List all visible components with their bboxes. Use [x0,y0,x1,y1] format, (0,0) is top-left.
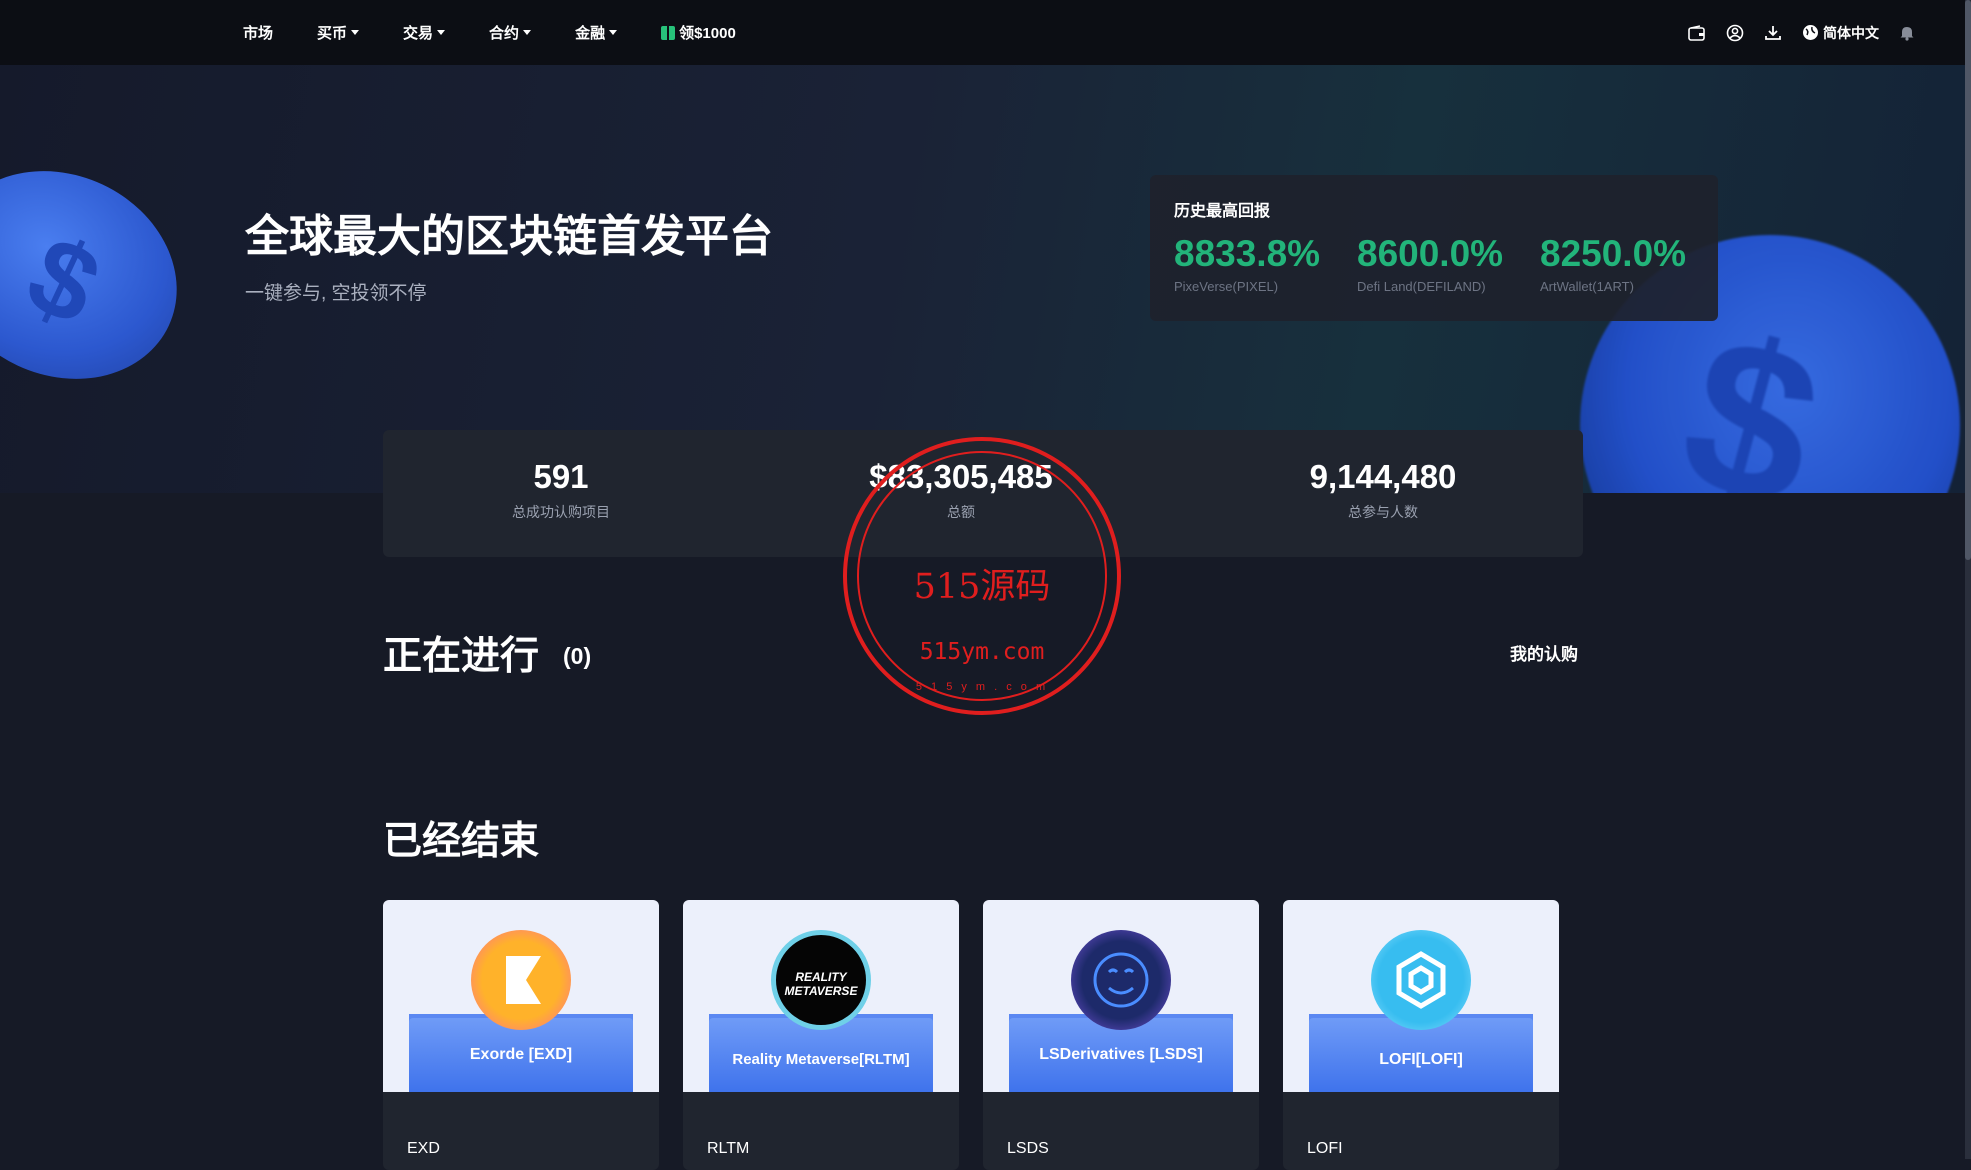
card-banner: LSDerivatives [LSDS] [983,900,1259,1092]
card-title: LSDerivatives [LSDS] [1039,1046,1203,1063]
ongoing-count: (0) [563,643,592,669]
card-title: Exorde [EXD] [469,1046,573,1063]
nav-item-trade[interactable]: 交易 [403,22,446,43]
user-icon[interactable] [1726,24,1744,42]
lofi-logo-icon [1371,930,1471,1030]
nav-item-label: 合约 [489,25,520,42]
card-title: Reality Metaverse[RLTM] [732,1051,910,1068]
top-navigation-bar: 市场 买币 交易 合约 金融 领$1000 简体中文 [0,0,1965,65]
stat-item: 591 总成功认购项目 [411,458,711,522]
project-card-exd[interactable]: Exorde [EXD] EXD [383,900,659,1170]
return-value: 8833.8% [1174,233,1321,274]
chevron-down-icon [609,30,618,35]
stamp-main-text: 515源码 [913,567,1051,607]
stat-label: 总成功认购项目 [512,504,610,520]
return-value: 8600.0% [1357,233,1504,274]
returns-title: 历史最高回报 [1174,203,1271,220]
chevron-down-icon [351,30,360,35]
card-banner: LOFI[LOFI] [1283,900,1559,1092]
card-banner: REALITY METAVERSE Reality Metaverse[RLTM… [683,900,959,1092]
stamp-ring-text: 5 1 5 y m . c o m [915,681,1049,693]
chevron-down-icon [437,30,446,35]
page-scrollbar[interactable] [1965,0,1971,1159]
nav-item-label: 交易 [403,25,434,42]
card-symbol: RLTM [707,1140,750,1157]
download-icon[interactable] [1764,24,1782,42]
exorde-logo-icon [471,930,571,1030]
nav-item-finance[interactable]: 金融 [575,22,618,43]
card-symbol: EXD [407,1140,440,1157]
return-value: 8250.0% [1540,233,1687,274]
card-banner: Exorde [EXD] [383,900,659,1092]
nav-item-promo[interactable]: 领$1000 [661,22,736,43]
wallet-icon[interactable] [1688,24,1706,41]
project-card-lofi[interactable]: LOFI[LOFI] LOFI [1283,900,1559,1170]
ended-section-title: 已经结束 [383,820,540,863]
my-subscriptions-link[interactable]: 我的认购 [1510,640,1578,665]
nav-item-market[interactable]: 市场 [243,22,273,43]
globe-icon [1803,25,1818,40]
nav-item-buy-crypto[interactable]: 买币 [317,22,360,43]
language-selector[interactable]: 简体中文 [1802,23,1879,43]
promo-label: 领$1000 [679,25,736,42]
watermark-stamp: 515源码 515ym.com 5 1 5 y m . c o m [843,437,1121,715]
chevron-down-icon [523,30,532,35]
return-project-name: Defi Land(DEFILAND) [1357,279,1486,294]
dollar-sign-icon: $ [9,211,118,350]
reality-metaverse-logo-icon: REALITY METAVERSE [771,930,871,1030]
nav-item-label: 买币 [317,25,348,42]
stat-value: 9,144,480 [1309,458,1457,495]
logo-text: REALITY METAVERSE [784,970,858,998]
return-project-name: PixeVerse(PIXEL) [1174,279,1279,294]
stat-label: 总参与人数 [1348,504,1418,520]
card-symbol: LSDS [1007,1140,1049,1157]
nav-item-label: 市场 [243,25,274,42]
page-subtitle: 一键参与, 空投领不停 [245,283,427,304]
toolbar-right: 简体中文 [1668,0,1915,65]
lsderivatives-logo-icon [1071,930,1171,1030]
gift-icon [661,25,676,40]
return-project-name: ArtWallet(1ART) [1540,279,1634,294]
return-item: 8250.0% ArtWallet(1ART) [1540,233,1686,294]
top-returns-panel: 历史最高回报 8833.8% PixeVerse(PIXEL) 8600.0% … [1150,175,1718,321]
main-nav: 市场 买币 交易 合约 金融 领$1000 [243,0,780,65]
ongoing-section-title: 正在进行 [383,635,540,678]
project-card-lsds[interactable]: LSDerivatives [LSDS] LSDS [983,900,1259,1170]
stat-value: 591 [533,458,589,495]
bell-icon[interactable] [1899,24,1915,41]
card-title: LOFI[LOFI] [1379,1051,1463,1068]
nav-item-label: 金融 [575,25,606,42]
language-label: 简体中文 [1823,24,1879,41]
page-title: 全球最大的区块链首发平台 [245,212,773,261]
return-item: 8600.0% Defi Land(DEFILAND) [1357,233,1503,294]
return-item: 8833.8% PixeVerse(PIXEL) [1174,233,1320,294]
card-symbol: LOFI [1307,1140,1343,1157]
stat-item: 9,144,480 总参与人数 [1233,458,1533,522]
project-card-rltm[interactable]: REALITY METAVERSE Reality Metaverse[RLTM… [683,900,959,1170]
stamp-url-text: 515ym.com [919,639,1045,665]
coin-decoration-icon: $ [0,133,212,417]
nav-item-contract[interactable]: 合约 [489,22,532,43]
